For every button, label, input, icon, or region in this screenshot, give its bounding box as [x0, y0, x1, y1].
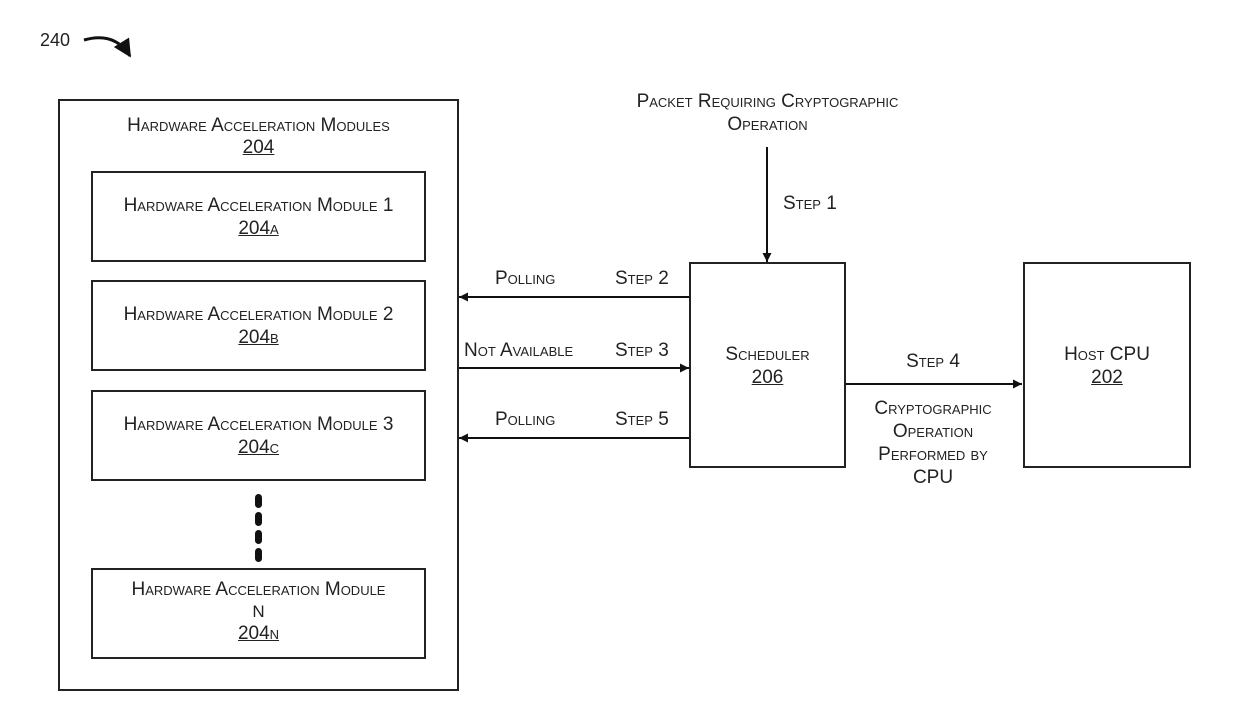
ellipsis-dot	[255, 512, 262, 526]
step4-desc-line3: Performed by	[878, 444, 988, 465]
host-cpu-box: Host CPU 202	[1023, 262, 1191, 468]
hw-module-3-ref: 204c	[237, 437, 280, 458]
hw-module-n-box: Hardware Acceleration Module N 204n	[91, 568, 426, 659]
ellipsis-dot	[255, 548, 262, 562]
scheduler-box: Scheduler 206	[689, 262, 846, 468]
hw-module-1-ref: 204a	[238, 218, 279, 239]
step2-action-label: Polling	[495, 268, 556, 289]
hw-module-3-title: Hardware Acceleration Module 3	[123, 414, 394, 435]
step2-label: Step 2	[615, 268, 669, 289]
input-label-line1: Packet Requiring Cryptographic	[636, 91, 899, 112]
hw-module-2-ref: 204b	[238, 327, 279, 348]
hw-modules-group-ref: 204	[242, 137, 275, 158]
step4-desc-line1: Cryptographic	[874, 398, 992, 419]
step5-action-label: Polling	[495, 409, 556, 430]
ellipsis-dot	[255, 494, 262, 508]
hw-module-n-ref: 204n	[237, 623, 280, 644]
step1-label: Step 1	[783, 193, 837, 214]
input-label-line2: Operation	[727, 114, 808, 135]
host-cpu-ref: 202	[1091, 367, 1123, 388]
hw-module-1-title: Hardware Acceleration Module 1	[123, 195, 394, 216]
step4-desc-line4: CPU	[912, 467, 954, 488]
hw-module-2-box: Hardware Acceleration Module 2 204b	[91, 280, 426, 371]
hw-module-2-title: Hardware Acceleration Module 2	[123, 304, 394, 325]
hw-module-3-box: Hardware Acceleration Module 3 204c	[91, 390, 426, 481]
hw-module-n-title: Hardware Acceleration Module	[131, 579, 386, 600]
scheduler-title: Scheduler	[725, 344, 810, 365]
step4-label: Step 4	[906, 351, 960, 372]
step3-label: Step 3	[615, 340, 669, 361]
step4-desc-line2: Operation	[892, 421, 974, 442]
step5-label: Step 5	[615, 409, 669, 430]
step3-action-label: Not Available	[464, 340, 574, 361]
figure-pointer-arrow	[83, 36, 132, 58]
scheduler-ref: 206	[751, 367, 784, 388]
host-cpu-title: Host CPU	[1064, 344, 1150, 365]
hw-module-1-box: Hardware Acceleration Module 1 204a	[91, 171, 426, 262]
hw-modules-group-title: Hardware Acceleration Modules	[127, 115, 390, 136]
hw-module-n-title-line2: N	[252, 602, 265, 621]
ellipsis-dot	[255, 530, 262, 544]
